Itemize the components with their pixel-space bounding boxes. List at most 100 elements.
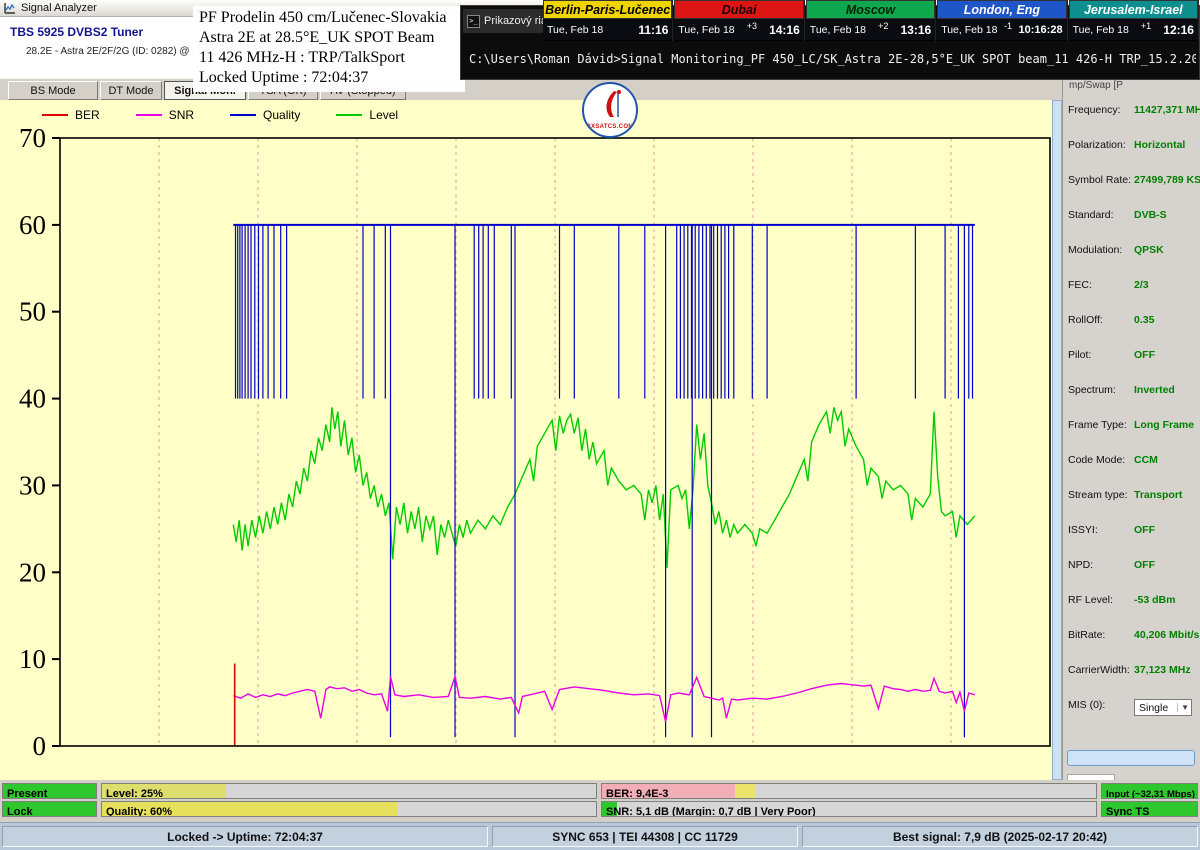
param-value: DVB-S <box>1134 209 1167 221</box>
legend-label: Quality <box>263 108 300 122</box>
svg-text:70: 70 <box>19 128 46 153</box>
terminal-command-line[interactable]: C:\Users\Roman Dávid>Signal Monitoring_P… <box>469 52 1196 66</box>
annotation-line-1: PF Prodelin 450 cm/Lučenec-Slovakia <box>199 8 459 28</box>
clock-city-label: Moscow <box>806 0 935 19</box>
clock-berlin-paris-lu-enec: Berlin-Paris-Lučenec Tue, Feb 18 11:16 <box>543 0 673 41</box>
param-polarization: Polarization:Horizontal <box>1068 139 1198 174</box>
status-bar-ber: BER: 9,4E-3 <box>601 783 1097 799</box>
terminal-command: Signal Monitoring_PF 450_LC/SK_Astra 2E-… <box>621 52 1196 66</box>
clock-date: Tue, Feb 18 <box>547 24 603 36</box>
tab-bs-mode[interactable]: BS Mode <box>8 81 98 100</box>
mis-dropdown[interactable]: Single▼ <box>1134 699 1192 716</box>
clock-date: Tue, Feb 18 <box>810 24 866 36</box>
param-label: RollOff: <box>1068 314 1134 326</box>
status-bar-text: BER: 9,4E-3 <box>602 788 668 799</box>
param-frame-type: Frame Type:Long Frame <box>1068 419 1198 454</box>
param-label: Frequency: <box>1068 104 1134 116</box>
clock-date: Tue, Feb 18 <box>678 24 734 36</box>
status-bar-text: Input (~32,31 Mbps) <box>1102 789 1195 799</box>
parameters-panel: mp/Swap [P Frequency:11427,371 MHzPolari… <box>1062 78 1200 780</box>
param-value: 37,123 MHz <box>1134 664 1191 676</box>
status-bar-snr: SNR: 5,1 dB (Margin: 0,7 dB | Very Poor) <box>601 801 1097 817</box>
param-value: Long Frame <box>1134 419 1194 431</box>
param-label: BitRate: <box>1068 629 1134 641</box>
param-value: 2/3 <box>1134 279 1149 291</box>
param-npd: NPD:OFF <box>1068 559 1198 594</box>
clock-jerusalem-israel: Jerusalem-IsraelTue, Feb 18+112:16 <box>1069 0 1199 41</box>
param-label: Standard: <box>1068 209 1134 221</box>
status-bar-text: Quality: 60% <box>102 806 172 817</box>
bottom-cell-best-signal: Best signal: 7,9 dB (2025-02-17 20:42) <box>802 826 1198 847</box>
bar-segment <box>735 784 755 798</box>
sail-icon <box>598 89 626 123</box>
param-label: ISSYI: <box>1068 524 1134 536</box>
param-value: 0.35 <box>1134 314 1154 326</box>
clock-datetime: Tue, Feb 18 11:16 <box>543 19 672 40</box>
parameter-list: Frequency:11427,371 MHz Polarization:Hori… <box>1068 104 1198 734</box>
param-value: Inverted <box>1134 384 1175 396</box>
param-pilot: Pilot:OFF <box>1068 349 1198 384</box>
param-value: 40,206 Mbit/s <box>1134 629 1199 641</box>
clock-date: Tue, Feb 18 <box>1073 24 1129 36</box>
terminal-icon: >_ <box>467 15 480 28</box>
param-label: Pilot: <box>1068 349 1134 361</box>
svg-text:10: 10 <box>19 644 46 674</box>
terminal-prompt: C:\Users\Roman Dávid> <box>469 52 621 66</box>
param-value: Horizontal <box>1134 139 1185 151</box>
param-label: Modulation: <box>1068 244 1134 256</box>
legend-item-level: Level <box>336 108 398 122</box>
svg-text:20: 20 <box>19 557 46 587</box>
clock-dubai: DubaiTue, Feb 18+314:16 <box>674 0 804 41</box>
legend-swatch <box>230 114 256 116</box>
clock-city-label: Berlin-Paris-Lučenec <box>543 0 672 19</box>
param-code-mode: Code Mode:CCM <box>1068 454 1198 489</box>
param-value: Transport <box>1134 489 1182 501</box>
chart-vertical-scrollbar[interactable] <box>1052 100 1062 780</box>
param-label: Frame Type: <box>1068 419 1134 431</box>
clock-time: 11:16 <box>638 23 668 37</box>
status-bar-text: SNR: 5,1 dB (Margin: 0,7 dB | Very Poor) <box>602 806 816 817</box>
param-stream-type: Stream type:Transport <box>1068 489 1198 524</box>
svg-text:60: 60 <box>19 210 46 240</box>
bar-segment <box>398 802 596 816</box>
legend-item-quality: Quality <box>230 108 300 122</box>
status-bar-text: Sync TS <box>1102 806 1149 817</box>
clock-time: 14:16 <box>769 23 800 37</box>
status-bar-text: Level: 25% <box>102 788 163 799</box>
bottom-status-bar: Locked -> Uptime: 72:04:37SYNC 653 | TEI… <box>0 822 1200 850</box>
param-value: -53 dBm <box>1134 594 1175 606</box>
clock-london-eng: London, EngTue, Feb 18-110:16:28 <box>937 0 1067 41</box>
signal-analyzer-window: Signal Analyzer TBS 5925 DVBS2 Tuner 28.… <box>0 0 1200 850</box>
clock-moscow: MoscowTue, Feb 18+213:16 <box>806 0 936 41</box>
param-mis-0: MIS (0):Single▼ <box>1068 699 1198 734</box>
param-label: Symbol Rate: <box>1068 174 1134 186</box>
clock-city-label: Jerusalem-Israel <box>1069 0 1198 19</box>
param-label: NPD: <box>1068 559 1134 571</box>
window-title: Signal Analyzer <box>21 2 97 14</box>
param-bitrate: BitRate:40,206 Mbit/s <box>1068 629 1198 664</box>
panel-scrollbar[interactable] <box>1067 750 1195 766</box>
param-rolloff: RollOff:0.35 <box>1068 314 1198 349</box>
annotation-line-3: 11 426 MHz-H : TRP/TalkSport <box>199 48 459 68</box>
param-carrierwidth: CarrierWidth:37,123 MHz <box>1068 664 1198 699</box>
clock-datetime: Tue, Feb 18+314:16 <box>674 19 803 40</box>
app-icon <box>4 2 16 14</box>
svg-text:50: 50 <box>19 297 46 327</box>
clock-date: Tue, Feb 18 <box>941 24 997 36</box>
legend-label: BER <box>75 108 100 122</box>
param-label: Polarization: <box>1068 139 1134 151</box>
terminal-tab[interactable]: >_ Prikazový ria <box>463 9 555 33</box>
legend-label: SNR <box>169 108 194 122</box>
chart-panel: BERSNRQualityLevel 010203040506070 <box>0 100 1052 780</box>
bar-segment <box>226 784 597 798</box>
clock-city-label: Dubai <box>674 0 803 19</box>
param-rf-level: RF Level:-53 dBm <box>1068 594 1198 629</box>
status-bar-level: Level: 25% <box>101 783 597 799</box>
param-label: Code Mode: <box>1068 454 1134 466</box>
svg-text:30: 30 <box>19 470 46 500</box>
param-symbol-rate: Symbol Rate:27499,789 KS/s <box>1068 174 1198 209</box>
tab-dt-mode[interactable]: DT Mode <box>100 81 162 100</box>
param-value: 11427,371 MHz <box>1134 104 1200 116</box>
param-value: QPSK <box>1134 244 1164 256</box>
param-standard: Standard:DVB-S <box>1068 209 1198 244</box>
